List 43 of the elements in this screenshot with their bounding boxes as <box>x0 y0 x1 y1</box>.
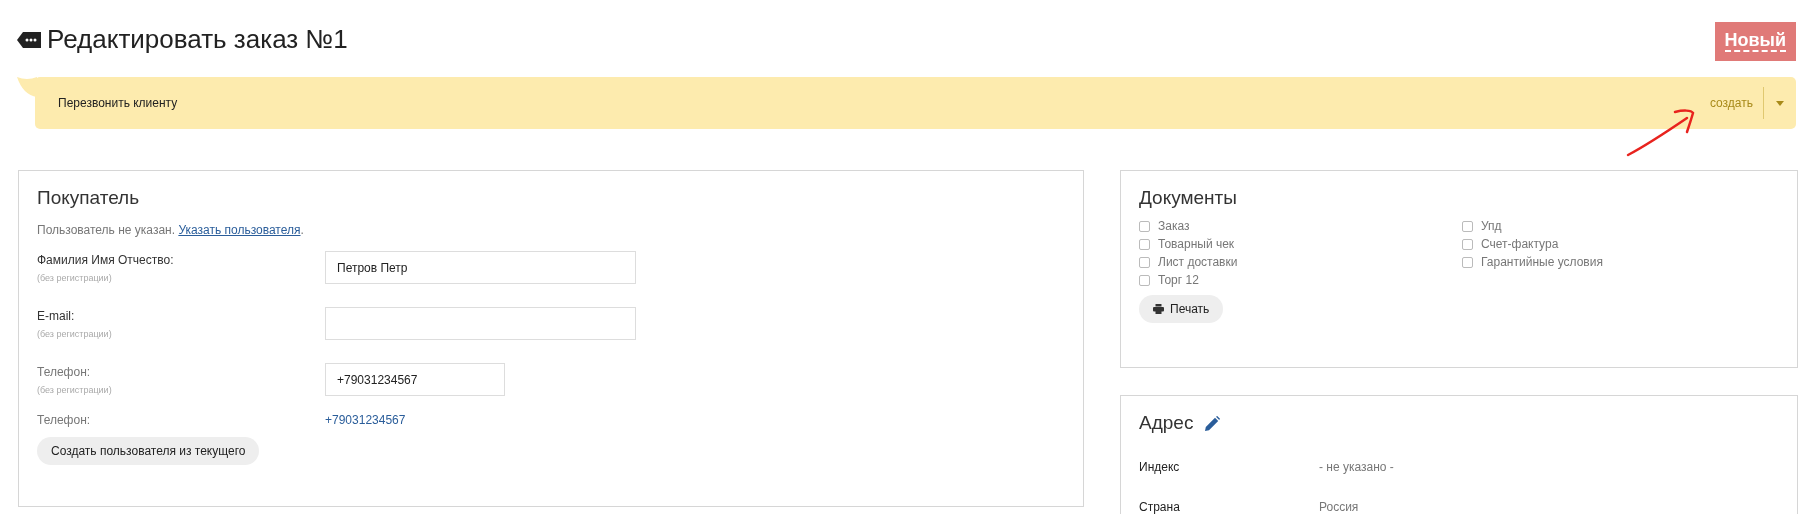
notice-text: Пользователь не указан. Указать пользователя. <box>37 223 305 237</box>
checkbox-label: Гарантийные условия <box>1481 255 1603 269</box>
input-field[interactable]: +79031234567 <box>325 363 505 396</box>
checkbox-label: Упд <box>1481 219 1502 233</box>
checkbox-label: Торг 12 <box>1158 273 1199 287</box>
checkbox[interactable] <box>1139 274 1150 286</box>
card-title: Покупатель <box>37 187 141 209</box>
checkbox[interactable] <box>1462 238 1473 250</box>
address-value: Россия <box>1319 500 1360 514</box>
address-label: Страна <box>1139 500 1181 514</box>
field-hint: (без регистрации) <box>37 385 113 395</box>
pencil-icon[interactable] <box>1205 415 1221 431</box>
checkbox-label: Счет-фактура <box>1481 237 1559 251</box>
page-title: Редактировать заказ №1 <box>47 24 348 55</box>
checkbox[interactable] <box>1139 256 1150 268</box>
input-field[interactable] <box>325 307 636 340</box>
arrow-annotation <box>1625 108 1697 158</box>
field-hint: (без регистрации) <box>37 329 113 339</box>
address-label: Индекс <box>1139 460 1181 474</box>
field-label: Телефон: <box>37 365 92 379</box>
tag-icon <box>17 31 41 48</box>
checkbox[interactable] <box>1462 220 1473 232</box>
specify-user-link[interactable]: Указать пользователя <box>178 223 301 237</box>
create-user-button[interactable]: Создать пользователя из текущего <box>37 437 260 465</box>
address-value: - не указано - <box>1319 460 1395 474</box>
caret-icon <box>1776 100 1784 106</box>
field-hint: (без регистрации) <box>37 273 113 283</box>
card-title: Адрес <box>1139 412 1194 434</box>
checkbox[interactable] <box>1139 238 1150 250</box>
print-button[interactable]: Печать <box>1139 295 1224 323</box>
checkbox-label: Лист доставки <box>1158 255 1238 269</box>
reminder-text: Перезвонить клиенту <box>58 96 178 110</box>
field-label: Фамилия Имя Отчество: <box>37 253 175 267</box>
phone-link[interactable]: +79031234567 <box>325 413 406 427</box>
checkbox-label: Товарный чек <box>1158 237 1235 251</box>
printer-icon <box>1153 304 1164 314</box>
card-title: Документы <box>1139 187 1238 209</box>
checkbox[interactable] <box>1139 220 1150 232</box>
checkbox[interactable] <box>1462 256 1473 268</box>
checkbox-label: Заказ <box>1158 219 1190 233</box>
field-label: Телефон: <box>37 413 92 427</box>
field-label: E-mail: <box>37 309 76 323</box>
input-field[interactable]: Петров Петр <box>325 251 636 284</box>
